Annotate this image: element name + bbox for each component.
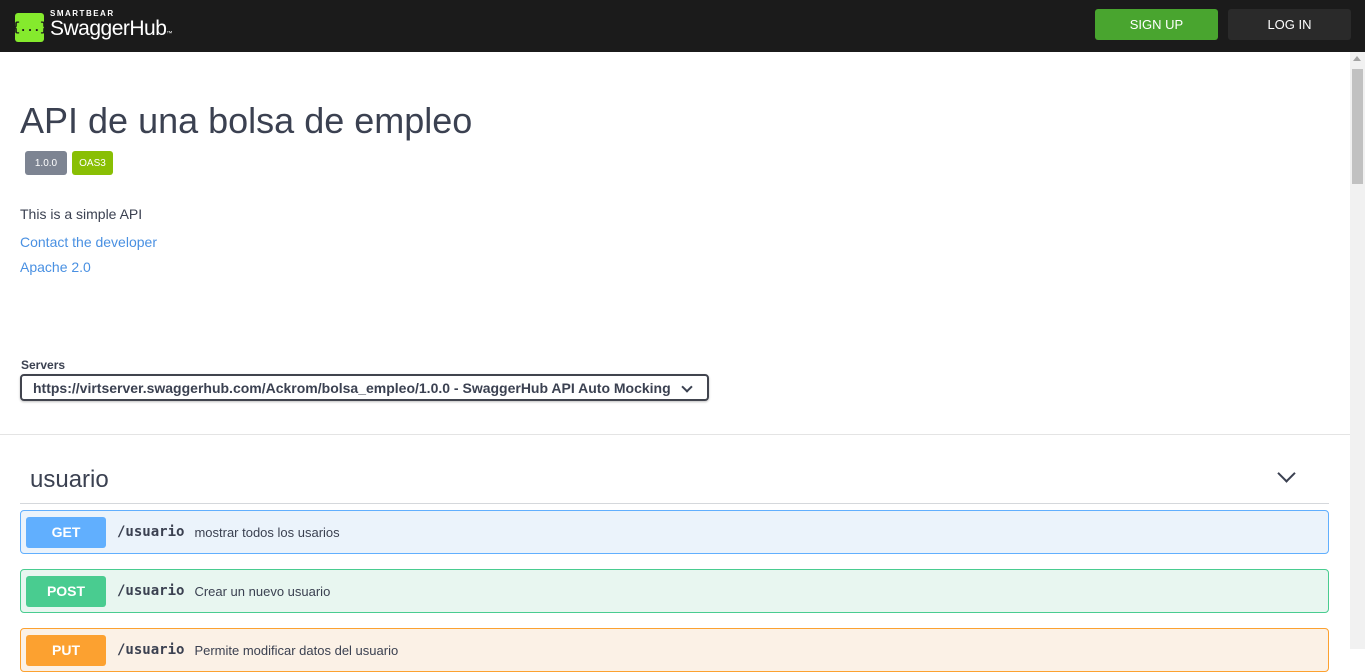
servers-label: Servers [21, 358, 66, 372]
vertical-scrollbar[interactable] [1350, 52, 1365, 649]
operation-put-usuario[interactable]: PUT /usuario Permite modificar datos del… [20, 628, 1329, 672]
swaggerhub-logo-icon: {...} [13, 12, 48, 42]
logo-trademark: ™ [166, 31, 172, 37]
operation-path: /usuario [117, 524, 185, 540]
operation-path: /usuario [117, 583, 185, 599]
log-in-button[interactable]: LOG IN [1228, 9, 1351, 40]
operation-post-usuario[interactable]: POST /usuario Crear un nuevo usuario [20, 569, 1329, 613]
contact-developer-link[interactable]: Contact the developer [20, 234, 157, 250]
tag-underline [20, 503, 1329, 504]
servers-select[interactable]: https://virtserver.swaggerhub.com/Ackrom… [20, 374, 709, 401]
sign-up-button[interactable]: SIGN UP [1095, 9, 1218, 40]
scrollbar-thumb[interactable] [1352, 69, 1363, 184]
chevron-down-icon [681, 381, 693, 393]
version-badge: 1.0.0 [25, 151, 67, 175]
section-divider [0, 434, 1350, 435]
license-link[interactable]: Apache 2.0 [20, 259, 91, 275]
logo-text: SMARTBEAR SwaggerHub™ [50, 9, 172, 45]
swaggerhub-logo[interactable]: {...} SMARTBEAR SwaggerHub™ [13, 9, 172, 45]
operation-get-usuario[interactable]: GET /usuario mostrar todos los usarios [20, 510, 1329, 554]
method-badge-post: POST [26, 575, 106, 607]
scroll-up-arrow-icon[interactable] [1353, 56, 1361, 61]
method-badge-get: GET [26, 516, 106, 548]
logo-brand-name: SwaggerHub™ [50, 18, 172, 45]
operation-summary: Permite modificar datos del usuario [194, 642, 399, 658]
top-navbar: {...} SMARTBEAR SwaggerHub™ SIGN UP LOG … [0, 0, 1365, 52]
tag-usuario-title[interactable]: usuario [30, 466, 109, 494]
method-badge-put: PUT [26, 634, 106, 666]
operation-summary: Crear un nuevo usuario [194, 583, 331, 599]
operation-path: /usuario [117, 642, 185, 658]
operation-summary: mostrar todos los usarios [194, 524, 340, 540]
logo-brand-name-text: SwaggerHub [50, 17, 167, 40]
servers-selected-value: https://virtserver.swaggerhub.com/Ackrom… [33, 379, 671, 396]
api-description: This is a simple API [20, 206, 143, 222]
api-title: API de una bolsa de empleo [20, 100, 473, 141]
oas-badge: OAS3 [72, 151, 113, 175]
chevron-down-icon[interactable] [1277, 464, 1296, 483]
